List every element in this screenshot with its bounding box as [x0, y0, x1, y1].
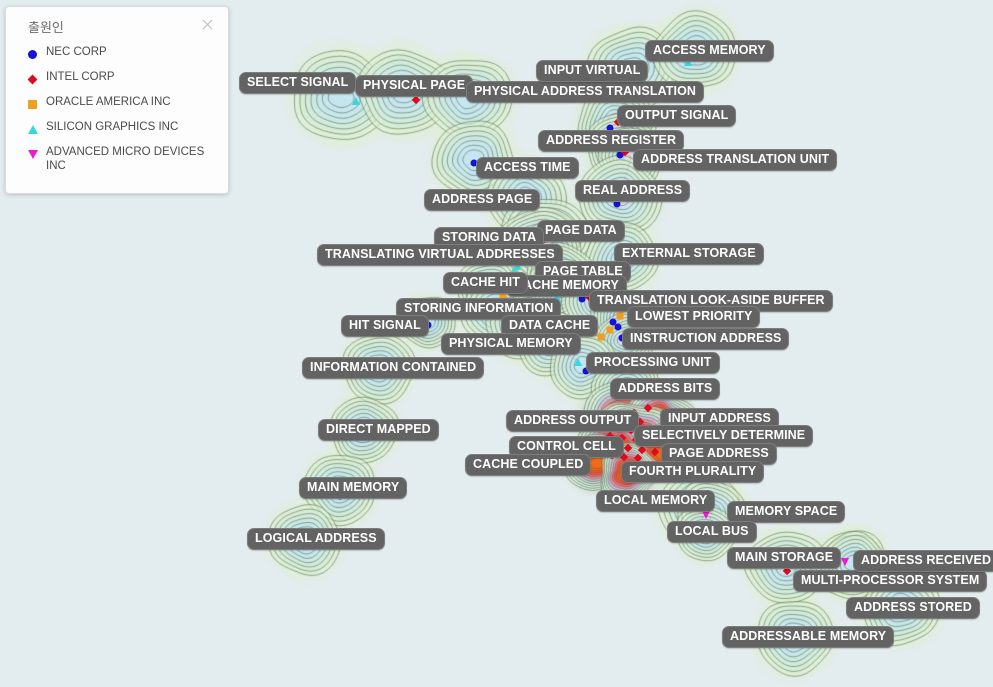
cluster-label[interactable]: INFORMATION CONTAINED: [302, 357, 485, 379]
legend-item[interactable]: ORACLE AMERICA INC: [28, 95, 216, 112]
legend-marker-square-icon: [28, 95, 46, 112]
legend-item[interactable]: NEC CORP: [28, 45, 216, 62]
cluster-label[interactable]: ADDRESSABLE MEMORY: [722, 626, 895, 648]
legend-marker-circle-icon: [28, 45, 46, 62]
cluster-label[interactable]: INPUT VIRTUAL: [536, 60, 649, 82]
cluster-label[interactable]: OUTPUT SIGNAL: [617, 105, 737, 127]
cluster-label[interactable]: CACHE HIT: [443, 272, 528, 294]
cluster-label[interactable]: MEMORY SPACE: [727, 501, 846, 523]
cluster-label[interactable]: PAGE DATA: [537, 220, 625, 242]
cluster-label[interactable]: TRANSLATING VIRTUAL ADDRESSES: [317, 244, 563, 266]
legend-item-label: INTEL CORP: [46, 71, 115, 83]
cluster-label[interactable]: MAIN MEMORY: [299, 477, 408, 499]
legend-title: 출원인: [28, 21, 64, 36]
cluster-label[interactable]: LOGICAL ADDRESS: [247, 528, 385, 550]
legend-marker-triangle-down-icon: [28, 145, 46, 162]
cluster-label[interactable]: HIT SIGNAL: [341, 315, 429, 337]
close-icon[interactable]: [200, 17, 216, 33]
cluster-label[interactable]: PROCESSING UNIT: [586, 352, 720, 374]
cluster-label[interactable]: MAIN STORAGE: [727, 547, 842, 569]
cluster-label[interactable]: INSTRUCTION ADDRESS: [622, 328, 790, 350]
cluster-label[interactable]: LOCAL BUS: [667, 521, 757, 543]
legend-item[interactable]: SILICON GRAPHICS INC: [28, 120, 216, 137]
cluster-label[interactable]: ADDRESS PAGE: [424, 189, 541, 211]
cluster-label[interactable]: CACHE COUPLED: [465, 454, 592, 476]
cluster-label[interactable]: ACCESS MEMORY: [645, 40, 774, 62]
cluster-label[interactable]: MULTI-PROCESSOR SYSTEM: [793, 570, 988, 592]
legend-item[interactable]: ADVANCED MICRO DEVICES INC: [28, 145, 216, 173]
legend-item-list: NEC CORP INTEL CORP ORACLE AMERICA INC SILI…: [18, 45, 216, 173]
cluster-label[interactable]: LOWEST PRIORITY: [627, 306, 761, 328]
legend-item-label: NEC CORP: [46, 46, 107, 58]
cluster-label[interactable]: PHYSICAL MEMORY: [441, 333, 581, 355]
legend-item-label: ORACLE AMERICA INC: [46, 96, 171, 108]
cluster-label[interactable]: FOURTH PLURALITY: [621, 461, 765, 483]
cluster-label[interactable]: PHYSICAL PAGE: [355, 75, 474, 97]
cluster-label[interactable]: ADDRESS RECEIVED: [853, 550, 993, 572]
cluster-label[interactable]: ADDRESS BITS: [610, 378, 721, 400]
cluster-label[interactable]: EXTERNAL STORAGE: [614, 243, 764, 265]
legend-marker-diamond-icon: [27, 70, 46, 87]
legend-item[interactable]: INTEL CORP: [27, 70, 216, 87]
cluster-label[interactable]: DIRECT MAPPED: [318, 419, 439, 441]
cluster-label[interactable]: REAL ADDRESS: [575, 180, 691, 202]
cluster-label[interactable]: PHYSICAL ADDRESS TRANSLATION: [466, 81, 705, 103]
cluster-label[interactable]: ADDRESS TRANSLATION UNIT: [633, 149, 838, 171]
legend-item-label: ADVANCED MICRO DEVICES INC: [46, 146, 205, 172]
cluster-label[interactable]: SELECT SIGNAL: [239, 72, 357, 94]
legend-panel[interactable]: 출원인 NEC CORP INTEL CORP ORACLE AMERICA INC…: [5, 6, 229, 194]
cluster-label[interactable]: ADDRESS OUTPUT: [506, 410, 640, 432]
legend-header: 출원인: [18, 17, 216, 36]
cluster-label[interactable]: LOCAL MEMORY: [596, 490, 716, 512]
cluster-label[interactable]: ACCESS TIME: [476, 157, 579, 179]
cluster-label[interactable]: ADDRESS STORED: [846, 597, 980, 619]
legend-item-label: SILICON GRAPHICS INC: [46, 121, 179, 133]
legend-marker-triangle-up-icon: [28, 120, 46, 137]
